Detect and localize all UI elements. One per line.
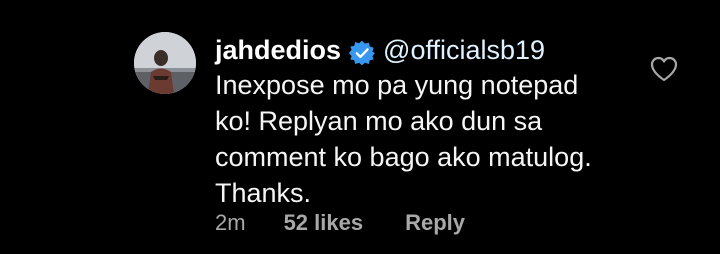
comment-text: Inexpose mo pa yung notepad ko! Replyan … <box>215 67 635 211</box>
comment-meta: 2m 52 likes Reply <box>215 208 465 238</box>
heart-outline-icon[interactable] <box>650 56 678 82</box>
comment-text-line: Inexpose mo pa yung notepad <box>215 70 579 100</box>
timestamp: 2m <box>215 210 246 235</box>
comment-body: jahdedios @officialsb19 Inexpose mo pa y… <box>215 30 635 211</box>
likes-count[interactable]: 52 likes <box>284 210 364 236</box>
avatar-image <box>134 32 196 94</box>
comment-text-line: Thanks. <box>215 178 312 208</box>
avatar[interactable] <box>134 32 196 94</box>
comment-header: jahdedios @officialsb19 <box>215 30 635 70</box>
mention-link[interactable]: @officialsb19 <box>383 30 545 70</box>
verified-badge-icon <box>349 37 376 66</box>
comment-text-line: ko! Replyan mo ako dun sa <box>215 106 543 136</box>
reply-button[interactable]: Reply <box>405 210 465 236</box>
username[interactable]: jahdedios <box>215 30 341 70</box>
comment-text-line: comment ko bago ako matulog. <box>215 142 592 172</box>
comment: jahdedios @officialsb19 Inexpose mo pa y… <box>0 0 720 254</box>
